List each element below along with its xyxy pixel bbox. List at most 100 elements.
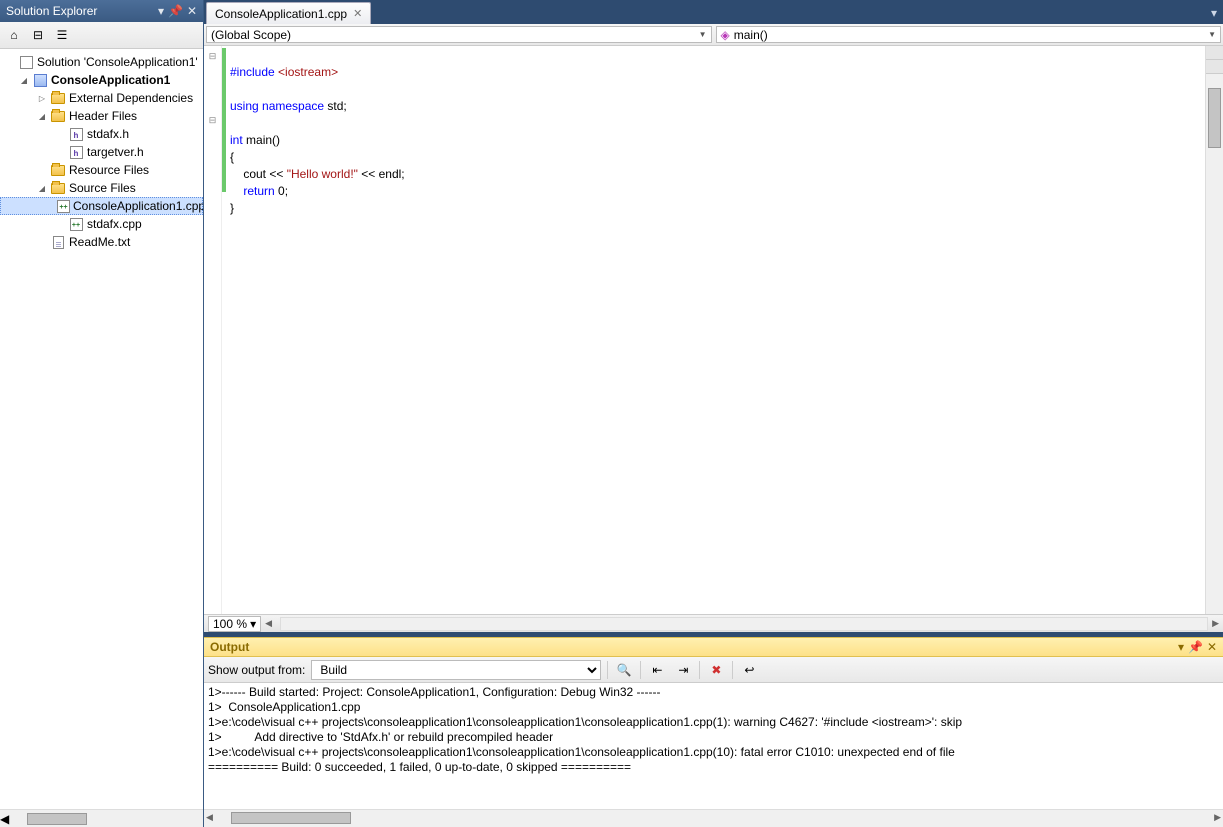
scrollbar-thumb[interactable] — [231, 812, 351, 824]
text-file-icon — [50, 235, 66, 249]
tree-file-stdafx-cpp[interactable]: ++ stdafx.cpp — [0, 215, 203, 233]
code-area[interactable]: ⊟ ⊟ #include <iostream> using namespace … — [204, 46, 1223, 614]
tree-file-readme[interactable]: ReadMe.txt — [0, 233, 203, 251]
output-title: Output — [210, 640, 1178, 654]
tree-solution-node[interactable]: Solution 'ConsoleApplication1' — [0, 53, 203, 71]
expander-icon[interactable] — [4, 56, 16, 68]
folder-icon — [50, 163, 66, 177]
tree-label: Solution 'ConsoleApplication1' — [37, 55, 198, 69]
panel-dropdown-icon[interactable]: ▾ — [158, 4, 164, 18]
solution-explorer-hscroll[interactable]: ◀ — [0, 809, 203, 827]
solution-explorer-toolbar: ⌂ ⊟ ☰ — [0, 22, 203, 49]
word-wrap-button[interactable]: ↩ — [739, 660, 759, 680]
next-icon: ⇥ — [678, 663, 688, 677]
close-icon[interactable]: ✕ — [187, 4, 197, 18]
properties-icon: ☰ — [57, 28, 68, 42]
folder-icon — [50, 109, 66, 123]
tab-consoleapp-cpp[interactable]: ConsoleApplication1.cpp ✕ — [206, 2, 371, 24]
scope-left-value: (Global Scope) — [211, 28, 291, 42]
editor-tab-row: ConsoleApplication1.cpp ✕ ▾ — [204, 0, 1223, 24]
scope-bar: (Global Scope) ▼ ◈ main() ▼ — [204, 24, 1223, 46]
chevron-down-icon: ▾ — [250, 617, 256, 631]
tree-label: Header Files — [69, 109, 137, 123]
expander-icon[interactable]: ▷ — [36, 92, 48, 104]
tree-file-consoleapp-cpp[interactable]: ++ ConsoleApplication1.cpp — [0, 197, 203, 215]
tree-label: targetver.h — [87, 145, 144, 159]
output-header: Output ▾ 📌 ✕ — [204, 637, 1223, 657]
prev-icon: ⇤ — [652, 663, 662, 677]
tab-label: ConsoleApplication1.cpp — [215, 7, 347, 21]
tab-overflow-button[interactable]: ▾ — [1205, 2, 1223, 24]
zoom-value: 100 % — [213, 617, 247, 631]
collapse-icon: ⊟ — [33, 28, 43, 42]
panel-dropdown-icon[interactable]: ▾ — [1178, 640, 1184, 654]
editor-hscroll[interactable] — [280, 617, 1208, 631]
home-icon: ⌂ — [10, 28, 17, 42]
solution-explorer-header: Solution Explorer ▾ 📌 ✕ — [0, 0, 203, 22]
split-button[interactable] — [1206, 46, 1223, 60]
zoom-dropdown[interactable]: 100 % ▾ — [208, 616, 261, 632]
tree-source-files[interactable]: ◢ Source Files — [0, 179, 203, 197]
close-tab-icon[interactable]: ✕ — [353, 7, 362, 20]
properties-button[interactable]: ☰ — [52, 25, 72, 45]
expander-icon[interactable]: ◢ — [36, 110, 48, 122]
tree-project-node[interactable]: ◢ ConsoleApplication1 — [0, 71, 203, 89]
tree-label: Source Files — [69, 181, 136, 195]
find-message-button[interactable]: 🔍 — [614, 660, 634, 680]
output-text[interactable]: 1>------ Build started: Project: Console… — [204, 683, 1223, 809]
show-output-from-label: Show output from: — [208, 663, 305, 677]
expander-icon[interactable]: ◢ — [18, 74, 30, 86]
project-icon — [32, 73, 48, 87]
tree-label: ConsoleApplication1 — [51, 73, 170, 87]
home-button[interactable]: ⌂ — [4, 25, 24, 45]
tree-resource-files[interactable]: Resource Files — [0, 161, 203, 179]
folder-icon — [50, 181, 66, 195]
scope-right-value: main() — [734, 28, 768, 42]
solution-explorer-title: Solution Explorer — [6, 4, 158, 18]
clear-all-button[interactable]: ✖ — [706, 660, 726, 680]
prev-message-button[interactable]: ⇤ — [647, 660, 667, 680]
pin-icon[interactable]: 📌 — [1188, 640, 1203, 654]
folder-icon — [50, 91, 66, 105]
cpp-file-icon: ++ — [57, 199, 70, 213]
scope-dropdown-right[interactable]: ◈ main() ▼ — [716, 26, 1222, 43]
h-file-icon: h — [68, 127, 84, 141]
output-hscroll[interactable]: ◀ ▶ — [204, 809, 1223, 827]
clear-icon: ✖ — [711, 663, 721, 677]
code-body[interactable]: #include <iostream> using namespace std;… — [222, 46, 1205, 614]
scrollbar-thumb[interactable] — [27, 813, 87, 825]
tree-label: Resource Files — [69, 163, 149, 177]
cpp-file-icon: ++ — [68, 217, 84, 231]
solution-explorer-panel: Solution Explorer ▾ 📌 ✕ ⌂ ⊟ ☰ Solution '… — [0, 0, 204, 827]
editor-vscroll[interactable] — [1205, 46, 1223, 614]
chevron-down-icon: ▼ — [699, 30, 707, 39]
wrap-icon: ↩ — [744, 663, 754, 677]
fold-gutter[interactable]: ⊟ ⊟ — [204, 46, 222, 614]
scope-dropdown-left[interactable]: (Global Scope) ▼ — [206, 26, 712, 43]
h-file-icon: h — [68, 145, 84, 159]
tree-file-stdafx-h[interactable]: h stdafx.h — [0, 125, 203, 143]
scrollbar-thumb[interactable] — [1208, 88, 1221, 148]
collapse-all-button[interactable]: ⊟ — [28, 25, 48, 45]
find-icon: 🔍 — [617, 663, 632, 677]
output-toolbar: Show output from: Build 🔍 ⇤ ⇥ ✖ ↩ — [204, 657, 1223, 683]
output-panel: Output ▾ 📌 ✕ Show output from: Build 🔍 ⇤… — [204, 637, 1223, 827]
tree-label: ReadMe.txt — [69, 235, 130, 249]
tree-header-files[interactable]: ◢ Header Files — [0, 107, 203, 125]
pin-icon[interactable]: 📌 — [168, 4, 183, 18]
code-editor-pane: ConsoleApplication1.cpp ✕ ▾ (Global Scop… — [204, 0, 1223, 632]
next-message-button[interactable]: ⇥ — [673, 660, 693, 680]
tree-external-deps[interactable]: ▷ External Dependencies — [0, 89, 203, 107]
solution-tree: Solution 'ConsoleApplication1' ◢ Console… — [0, 49, 203, 809]
tree-file-targetver-h[interactable]: h targetver.h — [0, 143, 203, 161]
nav-toggle-button[interactable] — [1206, 60, 1223, 74]
close-icon[interactable]: ✕ — [1207, 640, 1217, 654]
tree-label: stdafx.cpp — [87, 217, 142, 231]
expander-icon[interactable]: ◢ — [36, 182, 48, 194]
output-source-dropdown[interactable]: Build — [311, 660, 601, 680]
tree-label: stdafx.h — [87, 127, 129, 141]
editor-footer: 100 % ▾ ◀ ▶ — [204, 614, 1223, 632]
tree-label: External Dependencies — [69, 91, 193, 105]
method-icon: ◈ — [721, 28, 730, 42]
tree-label: ConsoleApplication1.cpp — [73, 199, 203, 213]
